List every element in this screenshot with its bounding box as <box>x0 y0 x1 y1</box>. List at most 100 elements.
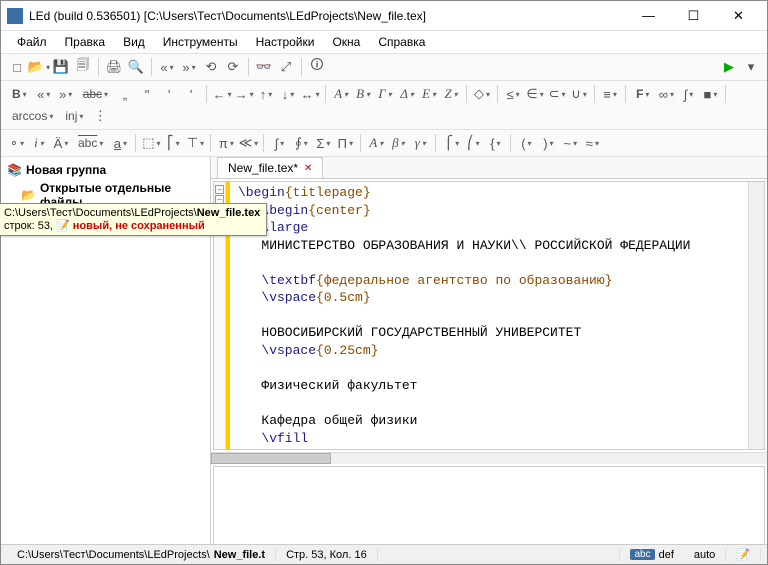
separator <box>510 134 511 152</box>
menu-file[interactable]: Файл <box>9 33 55 51</box>
subset-icon[interactable]: ⊂ <box>547 84 567 104</box>
new-icon[interactable]: □ <box>7 57 27 77</box>
minimize-button[interactable]: — <box>626 2 671 30</box>
menu-help[interactable]: Справка <box>370 33 433 51</box>
folder-icon: 📂 <box>21 188 36 202</box>
greek-b-icon[interactable]: B <box>353 84 373 104</box>
beta-icon[interactable]: β <box>388 133 408 153</box>
titlebar: LEd (build 0.536501) [C:\Users\Тест\Docu… <box>1 1 767 31</box>
tree-root[interactable]: 📚 Новая группа <box>3 161 208 179</box>
overline-icon[interactable]: abc <box>73 133 108 153</box>
prod-icon[interactable]: Π <box>335 133 355 153</box>
more-icon[interactable]: ⋮ <box>90 106 110 126</box>
greek-e-icon[interactable]: E <box>419 84 439 104</box>
curly-icon[interactable]: { <box>485 133 505 153</box>
int-icon[interactable]: ∫ <box>678 84 698 104</box>
union-icon[interactable]: ∪ <box>569 84 589 104</box>
brace-l-icon[interactable]: ⎧ <box>441 133 461 153</box>
leq-icon[interactable]: ≤ <box>503 84 523 104</box>
umlaut-icon[interactable]: Ä <box>51 133 71 153</box>
arrow-up-icon[interactable]: ↑ <box>256 84 276 104</box>
vertical-scrollbar[interactable] <box>748 182 764 449</box>
paren-r-icon[interactable]: ) <box>538 133 558 153</box>
print-icon[interactable]: 🖨 <box>104 57 124 77</box>
underline-icon[interactable]: a <box>110 133 130 153</box>
menu-edit[interactable]: Правка <box>57 33 114 51</box>
paren-l-icon[interactable]: ⎛ <box>463 133 483 153</box>
box-icon[interactable]: ⬚ <box>141 133 161 153</box>
redo-icon[interactable]: ⟳ <box>223 57 243 77</box>
bold-button[interactable]: B <box>7 84 32 104</box>
zoom-icon[interactable]: ⤢ <box>276 57 296 77</box>
scrollbar-thumb[interactable] <box>211 453 331 463</box>
quote-low-icon[interactable]: „ <box>115 84 135 104</box>
diamond-icon[interactable]: ◇ <box>472 84 492 104</box>
tab-file[interactable]: New_file.tex* ✕ <box>217 157 323 178</box>
quote-right-icon[interactable]: » <box>56 84 76 104</box>
arrow-left-icon[interactable]: ← <box>212 84 232 104</box>
ll-icon[interactable]: ≪ <box>238 133 258 153</box>
code-content[interactable]: \begin{titlepage} \begin{center} \large … <box>230 182 748 449</box>
equiv-icon[interactable]: ≡ <box>600 84 620 104</box>
pi-icon[interactable]: π <box>216 133 236 153</box>
undo-icon[interactable]: ⟲ <box>201 57 221 77</box>
greek-d-icon[interactable]: Δ <box>397 84 417 104</box>
project-sidebar: 📚 Новая группа 📂 Открытые отдельные файл… <box>1 157 211 558</box>
inj-button[interactable]: inj <box>60 106 88 126</box>
fold-icon[interactable]: − <box>215 185 224 194</box>
greek-g-icon[interactable]: Γ <box>375 84 395 104</box>
arrow-lr-icon[interactable]: ↔ <box>300 84 320 104</box>
maximize-button[interactable]: ☐ <box>671 2 716 30</box>
preview-icon[interactable]: 🔍 <box>126 57 146 77</box>
tilde-icon[interactable]: ~ <box>560 133 580 153</box>
arrow-down-icon[interactable]: ↓ <box>278 84 298 104</box>
gamma-icon[interactable]: γ <box>410 133 430 153</box>
quote-dbl-icon[interactable]: " <box>137 84 157 104</box>
menu-windows[interactable]: Окна <box>324 33 368 51</box>
separator <box>725 85 726 103</box>
italic-i-icon[interactable]: i <box>29 133 49 153</box>
find-icon[interactable]: 👓 <box>254 57 274 77</box>
approx-icon[interactable]: ≈ <box>582 133 602 153</box>
sum-icon[interactable]: Σ <box>313 133 333 153</box>
run-dropdown-icon[interactable]: ▾ <box>741 57 761 77</box>
run-icon[interactable]: ▶ <box>719 57 739 77</box>
status-auto[interactable]: auto <box>684 549 726 561</box>
help-icon[interactable]: 🛈 <box>307 57 327 77</box>
quote-single-l-icon[interactable]: ' <box>159 84 179 104</box>
status-def[interactable]: abc def <box>619 549 683 561</box>
save-icon[interactable]: 💾 <box>51 57 71 77</box>
top-icon[interactable]: ⊤ <box>185 133 205 153</box>
tree-root-label: Новая группа <box>26 163 106 177</box>
saveall-icon[interactable]: 🗐 <box>73 57 93 77</box>
in-icon[interactable]: ∈ <box>525 84 545 104</box>
statusbar: C:\Users\Тест\Documents\LEdProjects\New_… <box>1 544 767 564</box>
func-button[interactable]: arccos <box>7 106 58 126</box>
font-button[interactable]: F <box>631 84 654 104</box>
menu-settings[interactable]: Настройки <box>248 33 323 51</box>
arrow-right-icon[interactable]: → <box>234 84 254 104</box>
menu-tools[interactable]: Инструменты <box>155 33 246 51</box>
open-icon[interactable]: 📂 <box>29 57 49 77</box>
close-button[interactable]: ✕ <box>716 2 761 30</box>
iint-icon[interactable]: ■ <box>700 84 720 104</box>
nav-back-icon[interactable]: « <box>157 57 177 77</box>
greek-z-icon[interactable]: Z <box>441 84 461 104</box>
strike-icon[interactable]: abc <box>78 84 113 104</box>
circ-icon[interactable]: ∘ <box>7 133 27 153</box>
status-edit-icon[interactable]: 📝 <box>726 548 761 561</box>
code-editor[interactable]: − − \begin{titlepage} \begin{center} \la… <box>213 181 765 450</box>
quote-single-r-icon[interactable]: ' <box>181 84 201 104</box>
integral-icon[interactable]: ∫ <box>269 133 289 153</box>
menu-view[interactable]: Вид <box>115 33 153 51</box>
paren-icon[interactable]: ( <box>516 133 536 153</box>
oint-icon[interactable]: ∮ <box>291 133 311 153</box>
cal-a-icon[interactable]: A <box>366 133 386 153</box>
nav-fwd-icon[interactable]: » <box>179 57 199 77</box>
infty-icon[interactable]: ∞ <box>656 84 676 104</box>
horizontal-scrollbar[interactable] <box>211 452 767 463</box>
quote-left-icon[interactable]: « <box>34 84 54 104</box>
tab-close-icon[interactable]: ✕ <box>304 163 312 174</box>
greek-a-icon[interactable]: A <box>331 84 351 104</box>
ceil-icon[interactable]: ⎡ <box>163 133 183 153</box>
